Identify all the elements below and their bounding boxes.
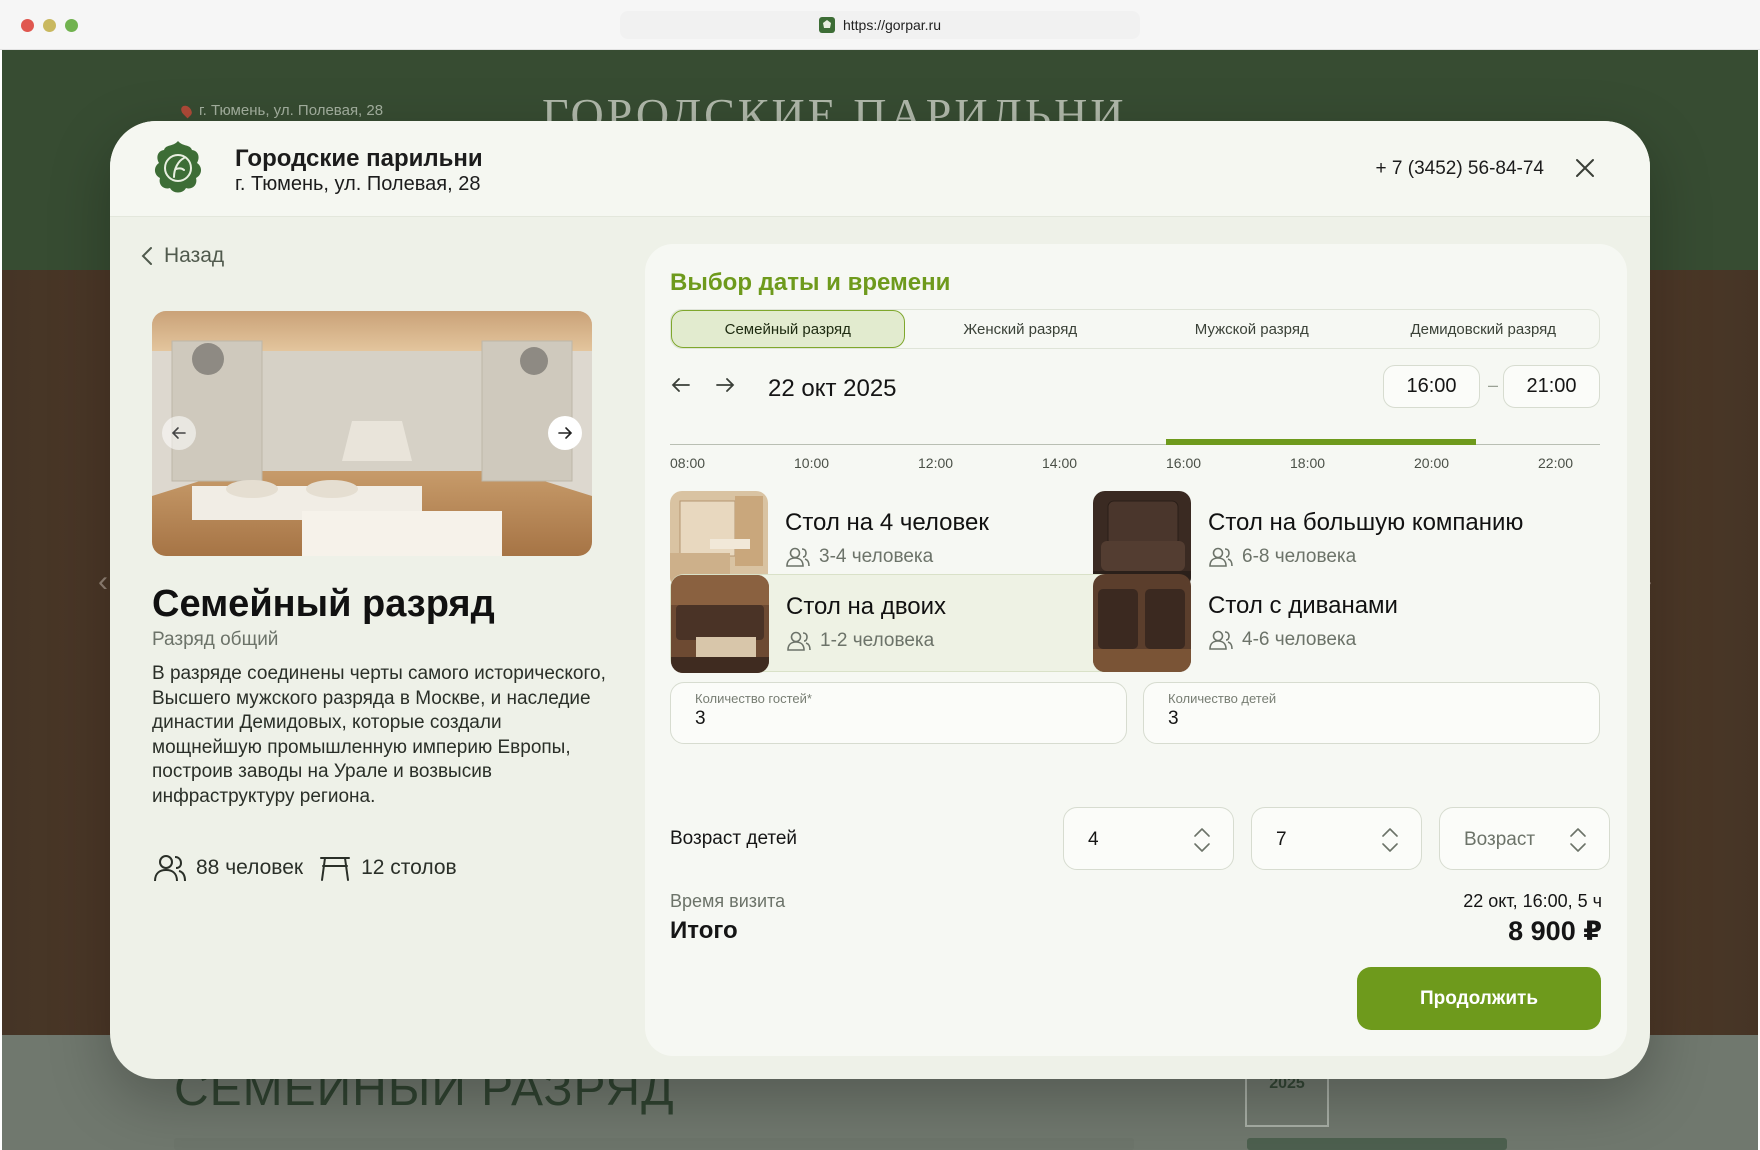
zone-photo-gallery: [152, 311, 592, 556]
brand-logo-icon: [150, 139, 206, 199]
window-minimize-dot[interactable]: [43, 19, 56, 32]
people-icon: [786, 547, 810, 567]
table-title: Стол на большую компанию: [1208, 509, 1524, 536]
visit-time-label: Время визита: [670, 891, 786, 911]
panel-title: Выбор даты и времени: [670, 269, 951, 296]
table-option-with-sofas[interactable]: Стол с диванами 4-6 человека: [1093, 574, 1551, 672]
time-to-field[interactable]: 21:00: [1503, 365, 1600, 408]
location-pin-icon: [179, 103, 194, 118]
table-capacity: 4-6 человека: [1208, 629, 1398, 651]
booking-panel: Выбор даты и времени Семейный разряд Жен…: [645, 244, 1627, 1056]
back-button[interactable]: Назад: [140, 244, 224, 268]
people-icon: [1209, 547, 1233, 567]
gallery-prev-button[interactable]: [162, 416, 196, 450]
children-age-label: Возраст детей: [670, 828, 798, 849]
site-favicon-icon: [818, 17, 835, 33]
zone-tabs: Семейный разряд Женский разряд Мужской р…: [670, 309, 1600, 349]
total-label: Итого: [670, 917, 738, 944]
guests-count-value: 3: [695, 708, 706, 729]
chevron-left-icon: [141, 247, 152, 265]
arrow-left-icon: [671, 378, 690, 392]
stat-tables-text: 12 столов: [361, 856, 457, 879]
time-range-dash: –: [1488, 375, 1499, 395]
table-capacity: 3-4 человека: [785, 546, 989, 568]
stat-people: 88 человек: [152, 853, 303, 883]
guests-count-label: Количество гостей*: [695, 691, 812, 706]
back-label: Назад: [164, 244, 225, 267]
child-age-select-1[interactable]: 4: [1063, 807, 1234, 870]
table-capacity: 1-2 человека: [786, 630, 946, 652]
tab-women-zone[interactable]: Женский разряд: [905, 310, 1137, 348]
zone-description: В разряде соединены черты самого историч…: [152, 663, 606, 807]
date-navigation: [670, 374, 736, 396]
brand-address: г. Тюмень, ул. Полевая, 28: [235, 173, 481, 195]
site-prev-arrow-icon: ‹: [98, 565, 108, 598]
arrow-right-icon: [716, 378, 735, 392]
window-close-dot[interactable]: [21, 19, 34, 32]
tab-men-zone[interactable]: Мужской разряд: [1136, 310, 1368, 348]
close-icon: [1576, 159, 1594, 177]
timeline-hour-label: 14:00: [1042, 455, 1078, 471]
table-title: Стол с диванами: [1208, 592, 1398, 619]
zone-title: Семейный разряд: [152, 583, 495, 625]
site-address: г. Тюмень, ул. Полевая, 28: [179, 102, 383, 119]
table-icon: [320, 857, 351, 881]
arrow-right-icon: [558, 427, 573, 439]
table-option-for-two[interactable]: Стол на двоих 1-2 человека: [670, 574, 1128, 673]
continue-button[interactable]: Продолжить: [1357, 967, 1601, 1030]
close-modal-button[interactable]: [1572, 155, 1598, 181]
next-date-button[interactable]: [714, 374, 736, 396]
gallery-next-button[interactable]: [548, 416, 582, 450]
table-title: Стол на двоих: [786, 593, 947, 620]
brand-name: Городские парильни: [235, 145, 483, 172]
time-from-field[interactable]: 16:00: [1383, 365, 1480, 408]
timeline-hour-label: 22:00: [1538, 455, 1574, 471]
url-text: https://gorpar.ru: [842, 17, 942, 33]
address-bar[interactable]: https://gorpar.ru: [620, 11, 1140, 39]
phone-link[interactable]: + 7 (3452) 56-84-74: [1376, 158, 1544, 180]
chevron-up-down-icon: [1191, 826, 1213, 854]
guests-count-field[interactable]: Количество гостей* 3: [670, 682, 1127, 744]
booking-modal: Городские парильни г. Тюмень, ул. Полева…: [110, 121, 1650, 1079]
children-count-field[interactable]: Количество детей 3: [1143, 682, 1600, 744]
timeline-hour-label: 10:00: [794, 455, 830, 471]
chevron-up-down-icon: [1567, 826, 1589, 854]
timeline-hour-label: 16:00: [1166, 455, 1202, 471]
modal-header: Городские парильни г. Тюмень, ул. Полева…: [110, 121, 1650, 217]
timeline-hour-label: 18:00: [1290, 455, 1326, 471]
timeline-hour-label: 12:00: [918, 455, 954, 471]
tab-family-zone[interactable]: Семейный разряд: [671, 310, 905, 348]
prev-date-button[interactable]: [670, 374, 692, 396]
site-link-text-line: [1247, 1138, 1507, 1150]
selected-date: 22 окт 2025: [768, 375, 897, 402]
timeline-selected-range[interactable]: [1166, 439, 1476, 445]
people-icon: [787, 631, 811, 651]
site-body-text-line: [174, 1138, 1134, 1150]
table-photo: [671, 575, 769, 673]
stat-people-text: 88 человек: [196, 856, 304, 879]
table-capacity: 6-8 человека: [1208, 546, 1523, 568]
people-icon: [1209, 630, 1233, 650]
time-timeline[interactable]: 08:00 10:00 12:00 14:00 16:00 18:00 20:00 22:00: [670, 439, 1600, 479]
browser-chrome: https://gorpar.ru: [0, 0, 1760, 50]
table-photo: [1093, 574, 1191, 672]
child-age-select-3[interactable]: Возраст: [1439, 807, 1610, 870]
children-count-label: Количество детей: [1168, 691, 1277, 706]
timeline-hour-label: 20:00: [1414, 455, 1450, 471]
visit-time-value: 22 окт, 16:00, 5 ч: [1463, 891, 1602, 911]
arrow-left-icon: [171, 427, 186, 439]
stat-tables: 12 столов: [317, 853, 457, 883]
zone-photo: [152, 311, 592, 556]
people-icon: [154, 855, 186, 882]
tab-demidov-zone[interactable]: Демидовский разряд: [1368, 310, 1600, 348]
child-age-select-2[interactable]: 7: [1251, 807, 1422, 870]
table-title: Стол на 4 человек: [785, 509, 989, 536]
chevron-up-down-icon: [1379, 826, 1401, 854]
children-count-value: 3: [1168, 708, 1179, 729]
window-maximize-dot[interactable]: [65, 19, 78, 32]
timeline-hour-label: 08:00: [670, 455, 706, 471]
zone-stats: 88 человек 12 столов: [152, 853, 457, 883]
zone-subtitle: Разряд общий: [152, 629, 279, 650]
total-price: 8 900 ₽: [1508, 916, 1602, 946]
